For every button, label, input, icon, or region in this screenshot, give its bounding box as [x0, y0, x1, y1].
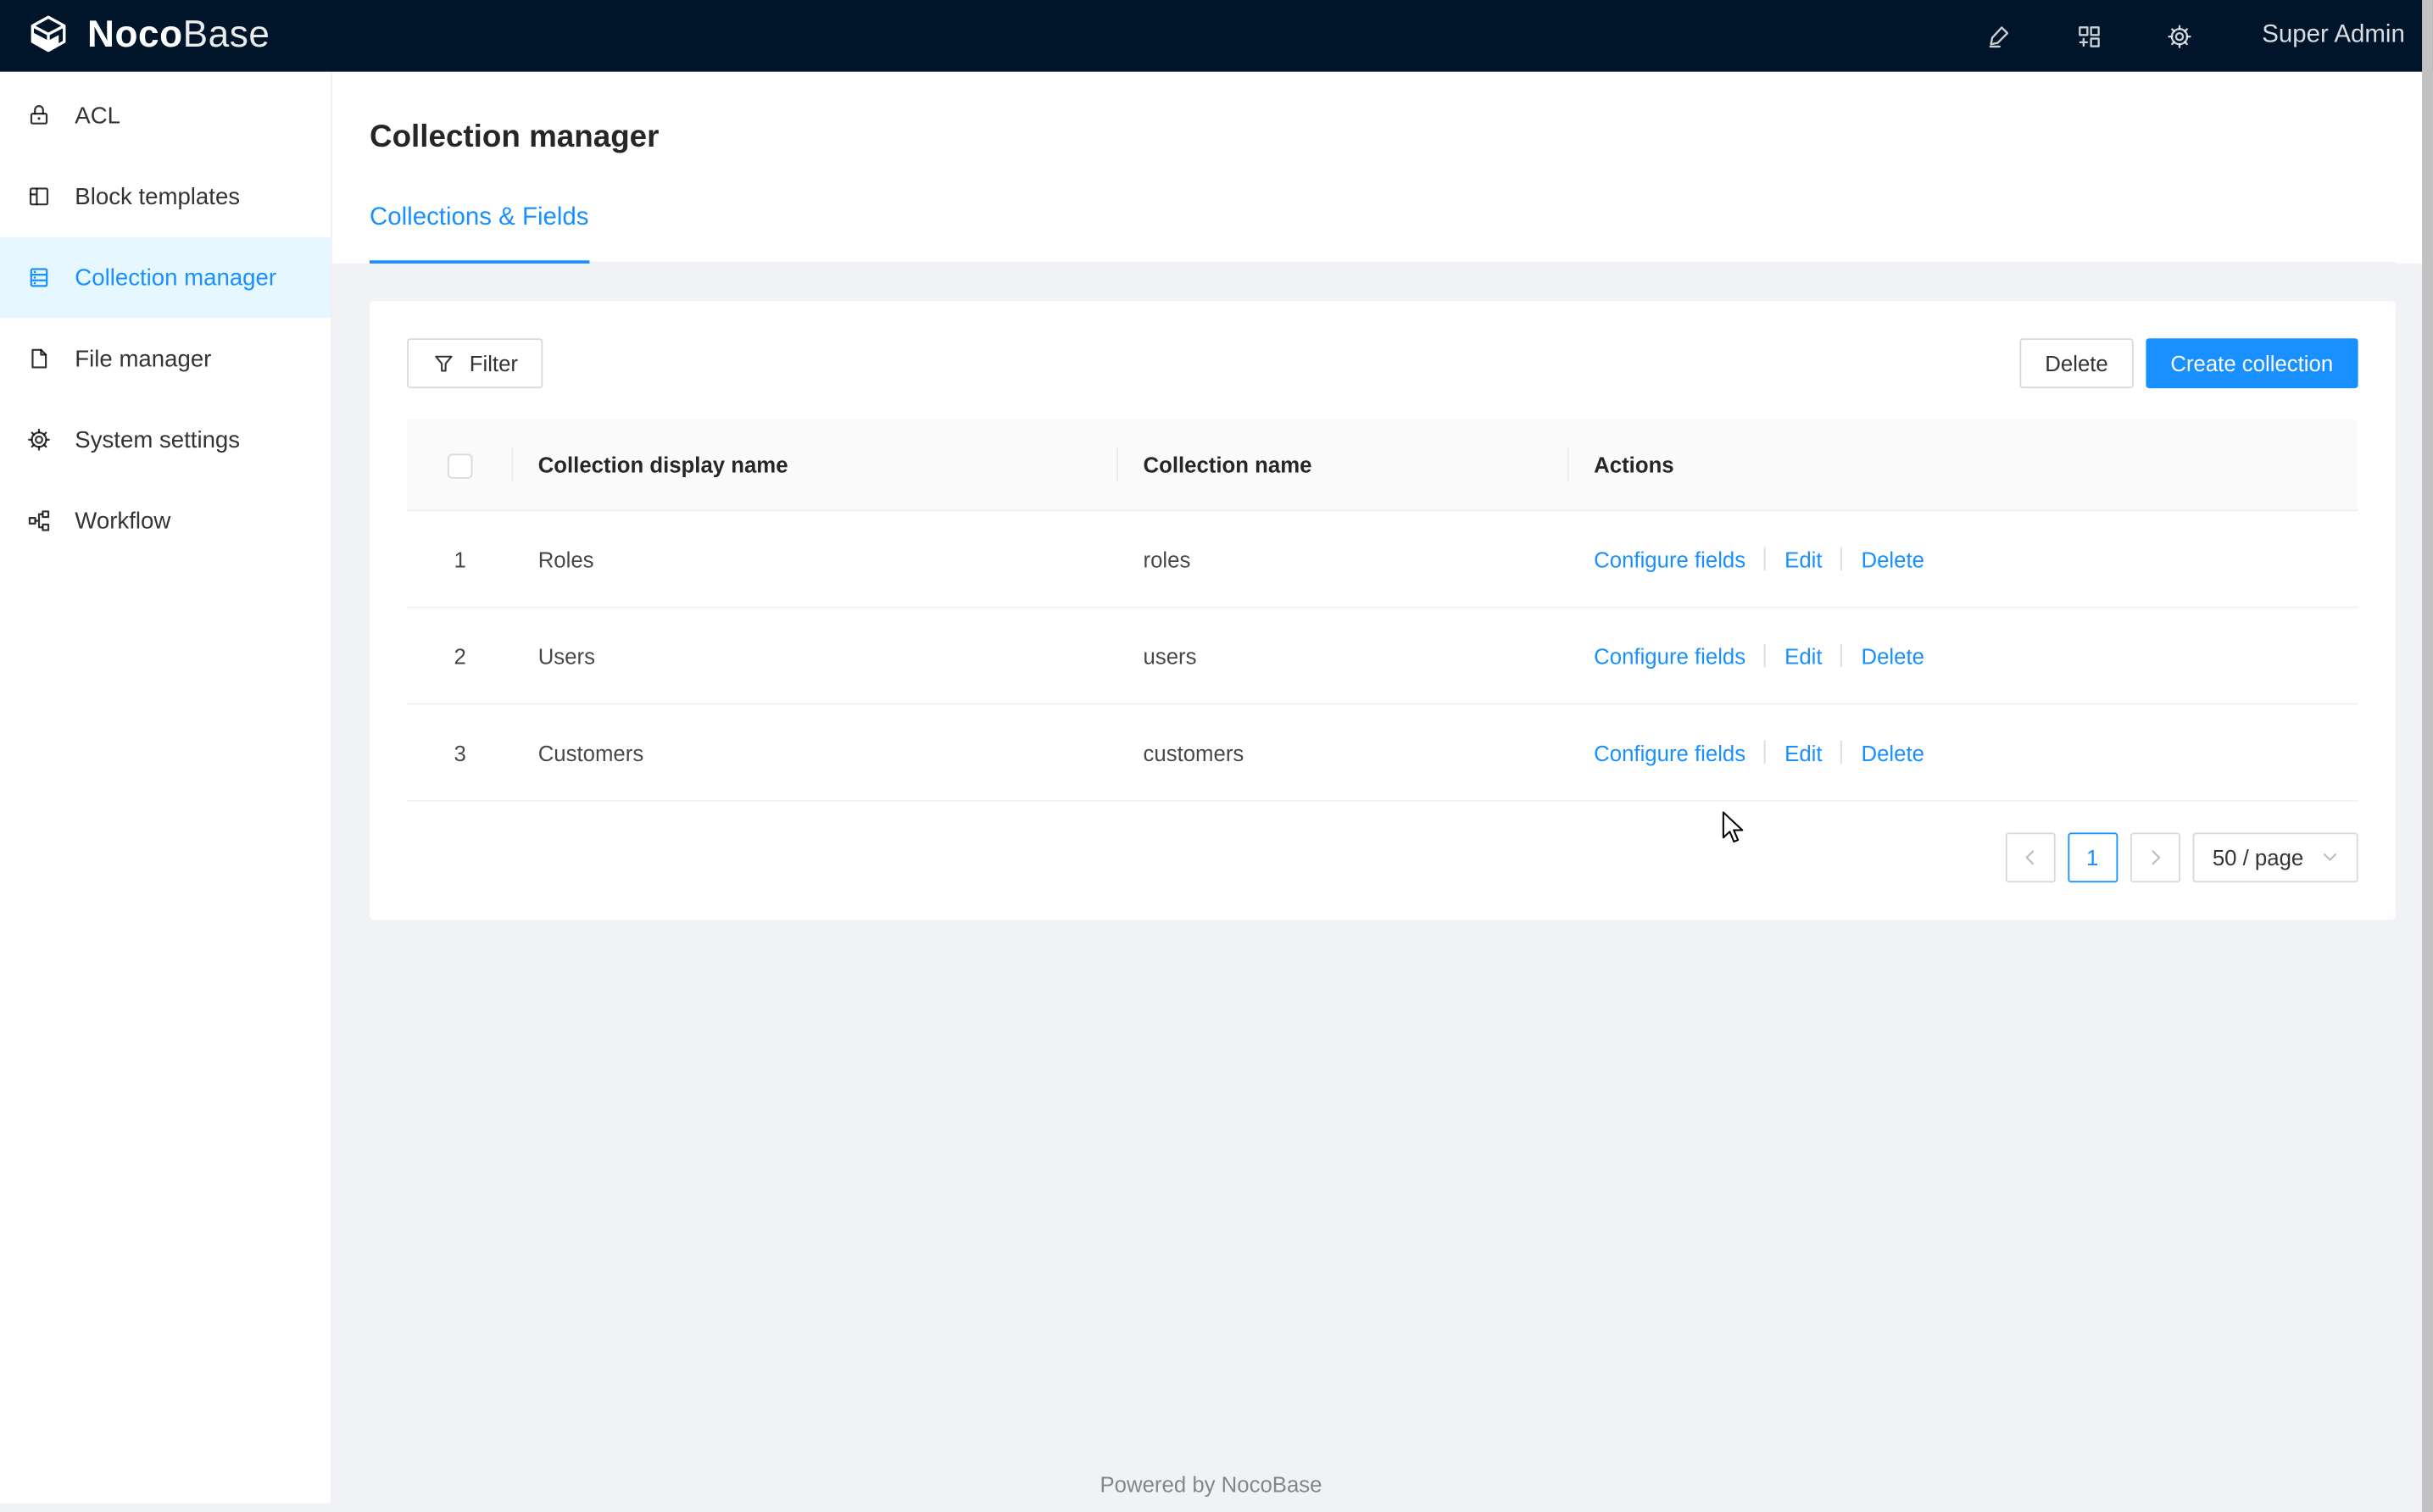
sidebar-item-label: Block templates [75, 183, 240, 209]
select-all-checkbox[interactable] [448, 453, 472, 478]
sidebar-item-block-templates[interactable]: Block templates [0, 156, 331, 237]
logo-text: NocoBase [87, 17, 270, 54]
column-header-display-name: Collection display name [513, 420, 1118, 511]
nocobase-logo[interactable]: NocoBase [25, 13, 270, 59]
action-separator [1841, 740, 1843, 764]
table-row: 2Usersusers Configure fields Edit Delete [407, 608, 2358, 704]
sidebar-item-label: System settings [75, 426, 240, 453]
column-header-actions: Actions [1569, 420, 2358, 511]
delete-link[interactable]: Delete [1862, 643, 1924, 668]
file-icon [26, 346, 51, 370]
settings-sidebar: ACL Block templates Collection manager File… [0, 72, 332, 1504]
sidebar-item-label: Collection manager [75, 264, 276, 291]
delete-link[interactable]: Delete [1862, 740, 1924, 764]
main-area: Collection manager Collections & Fields … [332, 72, 2433, 1512]
powered-by-footer: Powered by NocoBase [0, 1472, 2422, 1497]
edit-link[interactable]: Edit [1784, 740, 1822, 764]
chevron-right-icon [2147, 850, 2163, 865]
table-head: Collection display name Collection name … [407, 420, 2358, 511]
collections-card: Filter Delete Create collection Coll [370, 301, 2396, 920]
vertical-scrollbar[interactable] [2422, 0, 2433, 1512]
prev-page-button[interactable] [2005, 832, 2055, 882]
sidebar-item-workflow[interactable]: Workflow [0, 481, 331, 562]
edit-link[interactable]: Edit [1784, 643, 1822, 668]
collections-table: Collection display name Collection name … [407, 420, 2358, 802]
highlighter-icon[interactable] [1953, 0, 2044, 72]
page-size-value: 50 / page [2213, 845, 2303, 870]
filter-button[interactable]: Filter [407, 338, 543, 388]
sidebar-item-acl[interactable]: ACL [0, 75, 331, 156]
delete-button[interactable]: Delete [2020, 338, 2133, 388]
actions-cell: Configure fields Edit Delete [1569, 608, 2358, 704]
content-area: Filter Delete Create collection Coll [332, 264, 2433, 1512]
layout-frame: ACL Block templates Collection manager File… [0, 72, 2433, 1512]
chevron-left-icon [2022, 850, 2037, 865]
table-body: 1RolesrolesConfigure fieldsEditDelete2Us… [407, 511, 2358, 801]
workflow-icon [26, 509, 51, 533]
select-all-header [407, 420, 513, 511]
row-index-cell: 1 [407, 511, 513, 608]
plugin-manager-icon[interactable] [2044, 0, 2135, 72]
create-collection-button[interactable]: Create collection [2146, 338, 2358, 388]
header-icons [1953, 0, 2224, 72]
display-name-cell: Customers [513, 704, 1118, 801]
page-size-select[interactable]: 50 / page [2192, 832, 2358, 882]
sidebar-item-label: ACL [75, 103, 120, 129]
next-page-button[interactable] [2130, 832, 2180, 882]
actions-cell: Configure fields Edit Delete [1569, 704, 2358, 801]
tab-bar: Collections & Fields [370, 199, 2396, 263]
filter-icon [432, 352, 456, 375]
card-toolbar: Filter Delete Create collection [407, 338, 2358, 388]
filter-button-label: Filter [470, 351, 518, 375]
row-index-cell: 3 [407, 704, 513, 801]
pagination: 1 50 / page [407, 832, 2358, 882]
collection-name-cell: roles [1118, 511, 1569, 608]
row-index-cell: 2 [407, 608, 513, 704]
delete-link[interactable]: Delete [1862, 547, 1924, 571]
logo-text-bold: Noco [87, 14, 183, 57]
layout-icon [26, 184, 51, 208]
logo-text-light: Base [183, 14, 270, 57]
page-header: Collection manager Collections & Fields [332, 72, 2433, 264]
settings-icon[interactable] [2134, 0, 2224, 72]
action-separator [1841, 547, 1843, 570]
sidebar-item-system-settings[interactable]: System settings [0, 399, 331, 481]
configure-fields-link[interactable]: Configure fields [1594, 643, 1745, 668]
database-icon [26, 265, 51, 290]
lock-icon [26, 103, 51, 127]
action-separator [1841, 643, 1843, 667]
nocobase-logo-icon [25, 13, 71, 59]
nocobase-app: NocoBase Super Admin ACL Block templates C… [0, 0, 2433, 1512]
action-separator [1764, 547, 1766, 570]
collection-name-cell: users [1118, 608, 1569, 704]
action-separator [1764, 740, 1766, 764]
top-header: NocoBase Super Admin [0, 0, 2433, 72]
chevron-down-icon [2322, 850, 2337, 865]
actions-cell: Configure fields Edit Delete [1569, 511, 2358, 608]
collection-name-cell: customers [1118, 704, 1569, 801]
column-header-collection-name: Collection name [1118, 420, 1569, 511]
display-name-cell: Roles [513, 511, 1118, 608]
configure-fields-link[interactable]: Configure fields [1594, 740, 1745, 764]
toolbar-right: Delete Create collection [2020, 338, 2358, 388]
gear-icon [26, 427, 51, 452]
sidebar-item-collection-manager[interactable]: Collection manager [0, 237, 331, 319]
configure-fields-link[interactable]: Configure fields [1594, 547, 1745, 571]
tab-collections-fields[interactable]: Collections & Fields [370, 199, 588, 263]
header-right: Super Admin [1953, 0, 2433, 72]
current-user-menu[interactable]: Super Admin [2262, 22, 2405, 50]
sidebar-item-file-manager[interactable]: File manager [0, 318, 331, 399]
action-separator [1764, 643, 1766, 667]
sidebar-item-label: Workflow [75, 508, 170, 534]
page-title: Collection manager [370, 115, 2396, 159]
sidebar-item-label: File manager [75, 345, 211, 371]
table-row: 1Rolesroles Configure fields Edit Delete [407, 511, 2358, 608]
edit-link[interactable]: Edit [1784, 547, 1822, 571]
table-row: 3Customerscustomers Configure fields Edit D… [407, 704, 2358, 801]
page-1-button[interactable]: 1 [2068, 832, 2118, 882]
display-name-cell: Users [513, 608, 1118, 704]
